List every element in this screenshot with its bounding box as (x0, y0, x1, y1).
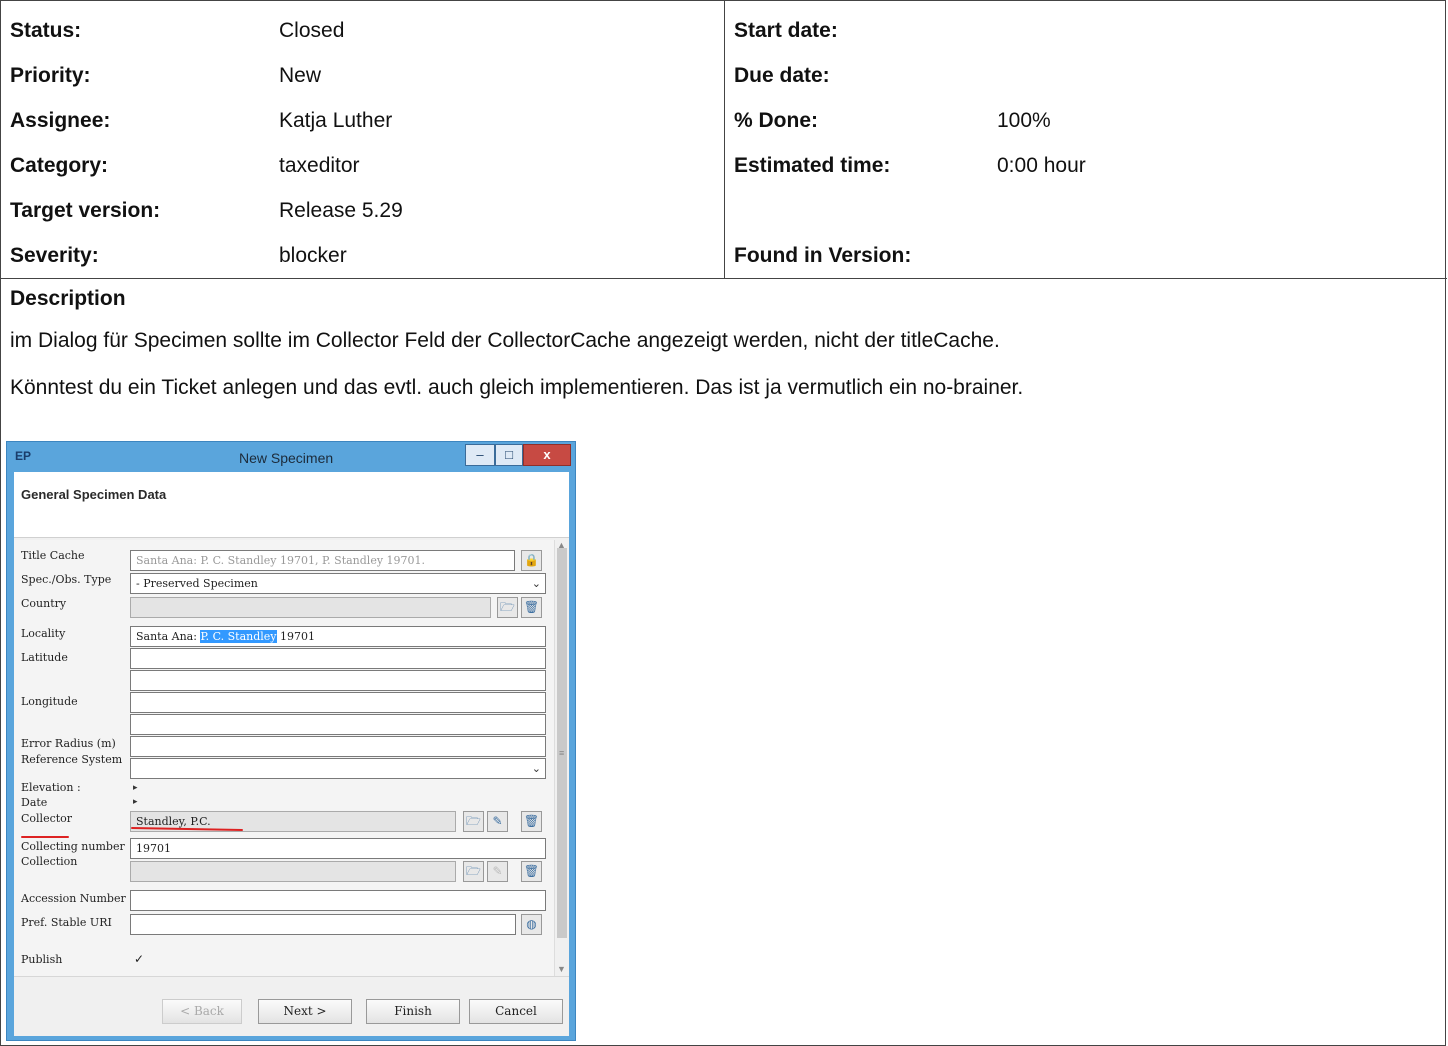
maximize-icon[interactable]: □ (495, 444, 523, 466)
assignee-label: Assignee: (10, 109, 111, 132)
dialog-client: General Specimen Data Title Cache Santa … (14, 472, 569, 1036)
dialog-button-bar: < Back Next > Finish Cancel (14, 976, 569, 1036)
folder-icon[interactable]: 🗁 (497, 597, 518, 618)
locality-field[interactable]: Santa Ana: P. C. Standley 19701 (130, 626, 546, 647)
done-value: 100% (997, 109, 1051, 132)
dialog-header: General Specimen Data (14, 472, 569, 538)
collecting-number-label: Collecting number (21, 840, 125, 853)
target-version-value[interactable]: Release 5.29 (279, 198, 403, 224)
edit-icon[interactable]: ✎ (487, 861, 508, 882)
locality-label: Locality (21, 627, 66, 640)
estimated-time-value: 0:00 hour (997, 154, 1086, 177)
scrollbar-thumb[interactable] (557, 548, 567, 938)
scroll-down-icon[interactable]: ▼ (557, 964, 566, 974)
section-title: General Specimen Data (21, 487, 167, 502)
title-cache-label: Title Cache (21, 549, 85, 562)
category-value: taxeditor (279, 154, 360, 177)
attributes-table: Status: Closed Priority: New Assignee: K… (1, 1, 1447, 279)
status-value: Closed (279, 19, 345, 42)
error-radius-label: Error Radius (m) (21, 737, 116, 750)
longitude-field-2[interactable] (130, 714, 546, 735)
longitude-label: Longitude (21, 695, 78, 708)
spec-type-select[interactable]: - Preserved Specimen ⌄ (130, 573, 546, 594)
locality-selection: P. C. Standley (200, 630, 277, 643)
stable-uri-field[interactable] (130, 914, 516, 935)
form-scrollbar[interactable]: ▲ ≡ ▼ (554, 540, 569, 976)
expand-arrow-icon[interactable]: ▸ (133, 782, 138, 793)
status-label: Status: (10, 19, 82, 42)
trash-icon[interactable]: 🗑 (521, 811, 542, 832)
back-button[interactable]: < Back (162, 999, 242, 1024)
red-annotation-underline (21, 836, 69, 838)
latitude-field[interactable] (130, 648, 546, 669)
publish-checkbox[interactable]: ✓ (134, 953, 147, 966)
due-date-label: Due date: (734, 64, 830, 87)
chevron-down-icon: ⌄ (531, 577, 541, 590)
severity-value: blocker (279, 244, 347, 267)
collection-label: Collection (21, 855, 78, 868)
assignee-value[interactable]: Katja Luther (279, 108, 392, 134)
scroll-grip-icon: ≡ (559, 748, 565, 758)
app-icon: EP (15, 449, 32, 463)
scroll-up-icon[interactable]: ▲ (557, 540, 566, 550)
locality-text: 19701 (276, 630, 316, 643)
stable-uri-label: Pref. Stable URI (21, 916, 112, 929)
next-button[interactable]: Next > (258, 999, 352, 1024)
trash-icon[interactable]: 🗑 (521, 597, 542, 618)
locality-text: Santa Ana: (136, 630, 201, 643)
spec-type-value: - Preserved Specimen (136, 577, 258, 590)
date-label: Date (21, 796, 48, 809)
cancel-button[interactable]: Cancel (469, 999, 563, 1024)
folder-icon[interactable]: 🗁 (463, 861, 484, 882)
description-paragraph: im Dialog für Specimen sollte im Collect… (10, 329, 1000, 352)
lock-icon[interactable]: 🔒 (521, 550, 542, 571)
spec-type-label: Spec./Obs. Type (21, 573, 112, 586)
priority-value: New (279, 64, 322, 87)
chevron-down-icon: ⌄ (531, 762, 541, 775)
collector-label: Collector (21, 812, 73, 825)
trash-icon[interactable]: 🗑 (521, 861, 542, 882)
folder-icon[interactable]: 🗁 (463, 811, 484, 832)
specimen-dialog-screenshot: EP New Specimen – □ x General Specimen D… (6, 441, 576, 1041)
latitude-label: Latitude (21, 651, 68, 664)
dialog-titlebar: EP New Specimen – □ x (7, 442, 575, 472)
category-label: Category: (10, 154, 109, 177)
publish-label: Publish (21, 953, 63, 966)
elevation-label: Elevation : (21, 781, 81, 794)
description-title: Description (10, 287, 126, 310)
expand-arrow-icon[interactable]: ▸ (133, 796, 138, 807)
reference-system-label: Reference System (21, 753, 123, 766)
reference-system-select[interactable]: ⌄ (130, 758, 546, 779)
found-in-version-label: Found in Version: (734, 244, 912, 267)
collection-field[interactable] (130, 861, 456, 882)
severity-label: Severity: (10, 244, 99, 267)
globe-icon[interactable]: ◍ (521, 914, 542, 935)
target-version-label: Target version: (10, 199, 161, 222)
specimen-form: Title Cache Santa Ana: P. C. Standley 19… (14, 540, 554, 976)
finish-button[interactable]: Finish (366, 999, 460, 1024)
title-cache-field[interactable]: Santa Ana: P. C. Standley 19701, P. Stan… (130, 550, 515, 571)
column-divider (724, 1, 725, 279)
country-label: Country (21, 597, 67, 610)
accession-number-label: Accession Number (21, 892, 126, 905)
priority-label: Priority: (10, 64, 91, 87)
edit-icon[interactable]: ✎ (487, 811, 508, 832)
dialog-title: New Specimen (239, 450, 334, 466)
latitude-field-2[interactable] (130, 670, 546, 691)
accession-number-field[interactable] (130, 890, 546, 911)
minimize-icon[interactable]: – (465, 444, 495, 466)
start-date-label: Start date: (734, 19, 838, 42)
error-radius-field[interactable] (130, 736, 546, 757)
description-paragraph: Könntest du ein Ticket anlegen und das e… (10, 376, 1024, 399)
country-field[interactable] (130, 597, 491, 618)
longitude-field[interactable] (130, 692, 546, 713)
estimated-time-label: Estimated time: (734, 154, 891, 177)
close-icon[interactable]: x (523, 444, 571, 466)
collecting-number-field[interactable]: 19701 (130, 838, 546, 859)
done-label: % Done: (734, 109, 818, 132)
